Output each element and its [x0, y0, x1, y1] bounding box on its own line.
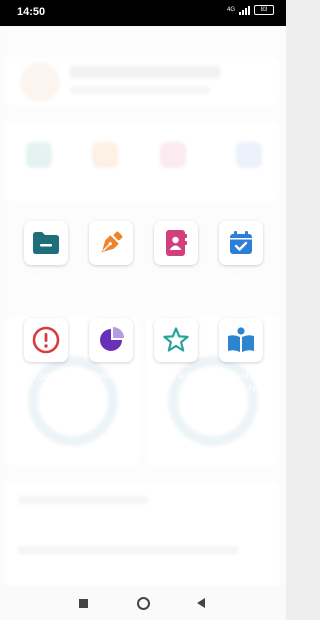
- app-label: Điểm danh: [215, 273, 267, 285]
- status-icons: 4G 83: [227, 5, 274, 15]
- battery-icon: 83: [254, 5, 274, 15]
- network-label: 4G: [226, 7, 235, 13]
- class-title: 6A: [24, 165, 59, 195]
- app-tile-so-diem[interactable]: Sổ điểm: [78, 221, 144, 286]
- folder-icon: [33, 232, 59, 254]
- status-time: 14:50: [17, 6, 46, 18]
- back-button[interactable]: [184, 586, 218, 620]
- app-label: Vi phạm: [26, 370, 66, 382]
- app-tile-box[interactable]: [24, 318, 68, 362]
- triangle-back-icon: [197, 598, 205, 608]
- app-tile-box[interactable]: [219, 221, 263, 265]
- contact-book-icon: [166, 230, 187, 256]
- square-icon: [78, 598, 88, 608]
- app-tile-box[interactable]: [219, 318, 263, 362]
- circle-icon: [136, 596, 150, 610]
- app-label: Sổ điểm: [91, 273, 131, 285]
- app-tile-lien-lac[interactable]: Liên lạc: [143, 221, 209, 286]
- app-tile-ho-so[interactable]: Hồ sơ: [13, 221, 79, 286]
- app-tile-box[interactable]: [89, 221, 133, 265]
- app-tile-box[interactable]: [89, 318, 133, 362]
- app-label: Hạnh kiểm: [150, 370, 202, 382]
- navigation-bar: [0, 586, 286, 620]
- alert-circle-icon: [32, 326, 60, 354]
- app-tile-thong-ke[interactable]: Thống kê: [78, 318, 144, 383]
- app-label: Thống kê: [89, 370, 133, 382]
- app-label: Sổ đánh giá VNEN: [212, 370, 270, 395]
- app-tile-hanh-kiem[interactable]: Hạnh kiểm: [143, 318, 209, 383]
- pie-chart-icon: [100, 327, 124, 351]
- app-tile-diem-danh[interactable]: Điểm danh: [208, 221, 274, 286]
- dim-overlay[interactable]: [0, 26, 286, 586]
- home-button[interactable]: [126, 586, 160, 620]
- star-icon: [163, 327, 189, 352]
- recents-button[interactable]: [66, 586, 100, 620]
- app-tile-box[interactable]: [154, 318, 198, 362]
- app-tile-box[interactable]: [24, 221, 68, 265]
- status-bar: 14:50 4G 83: [0, 0, 286, 26]
- app-tile-vi-pham[interactable]: Vi phạm: [13, 318, 79, 383]
- app-tile-so-danh-gia-vnen[interactable]: Sổ đánh giá VNEN: [208, 318, 274, 396]
- app-tile-box[interactable]: [154, 221, 198, 265]
- reading-book-icon: [228, 327, 254, 352]
- signal-icon: [239, 5, 250, 15]
- calendar-check-icon: [230, 231, 252, 254]
- pen-icon: [101, 231, 123, 253]
- app-label: Hồ sơ: [31, 273, 61, 285]
- app-label: Liên lạc: [157, 273, 195, 285]
